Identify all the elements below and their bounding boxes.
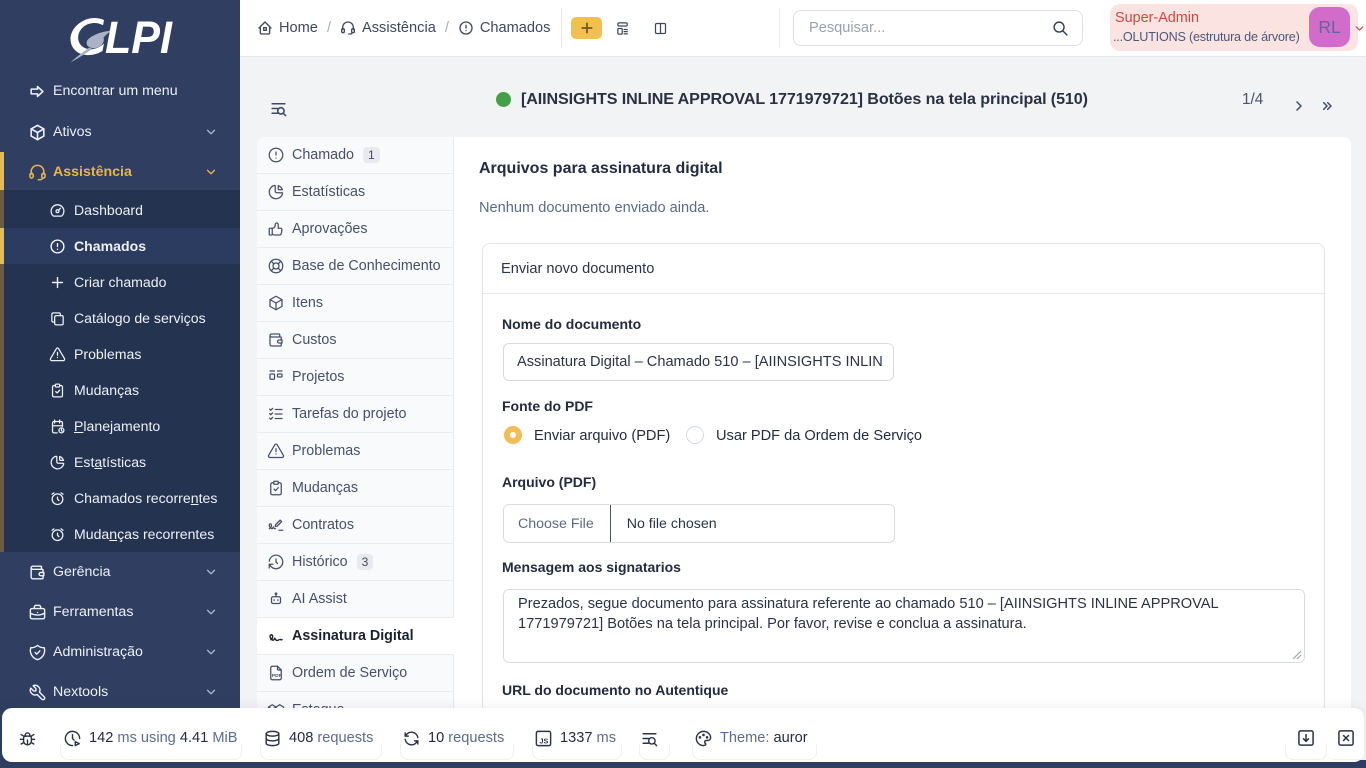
- svg-text:JS: JS: [540, 737, 549, 745]
- svg-text:PDF: PDF: [272, 673, 282, 679]
- svg-text:LPI: LPI: [105, 16, 173, 63]
